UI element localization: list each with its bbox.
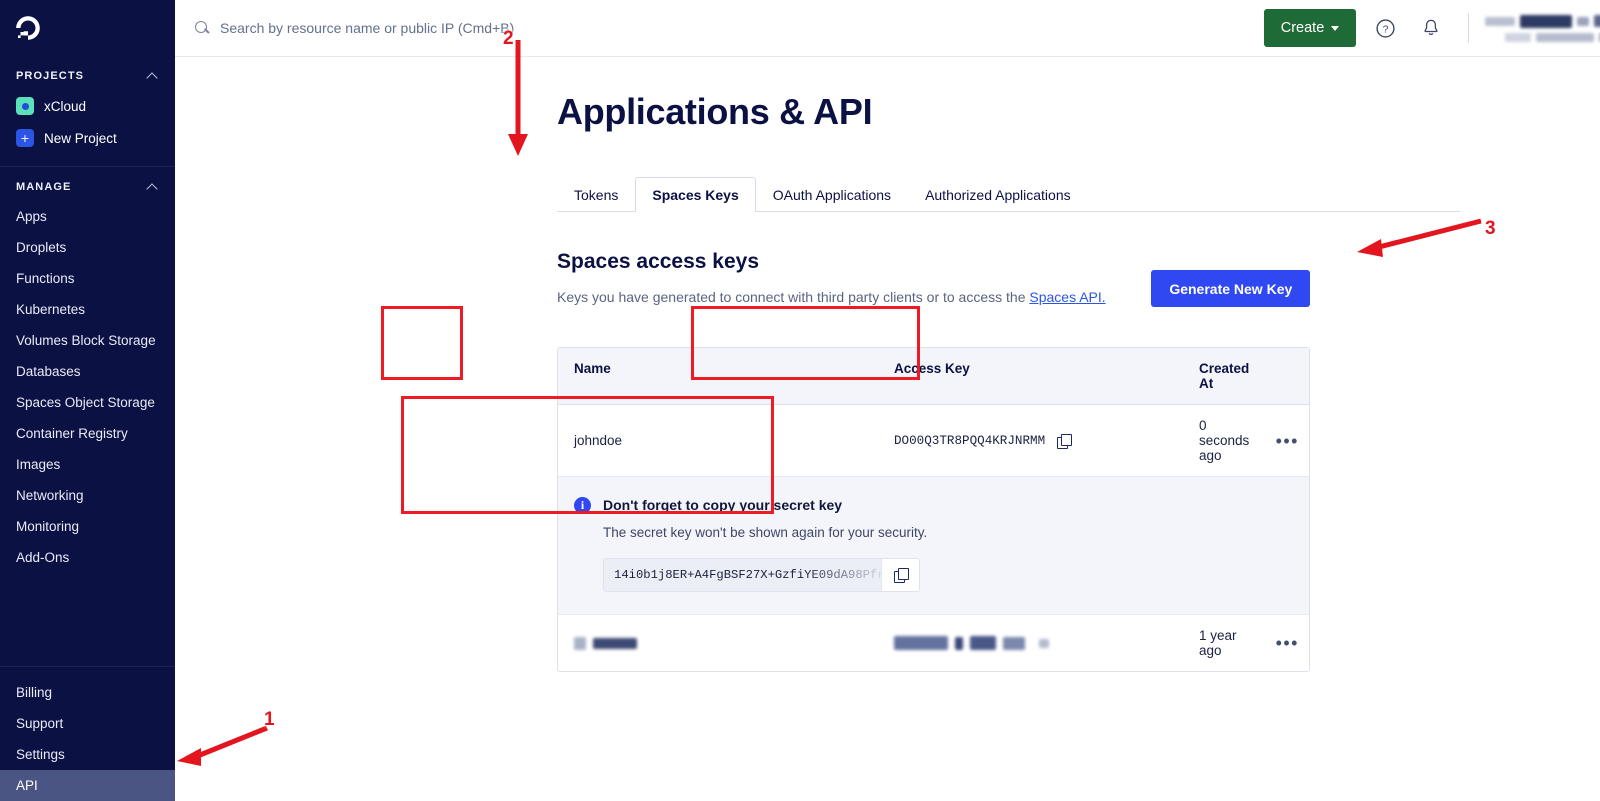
chevron-up-icon: [147, 70, 159, 82]
search-container[interactable]: [195, 20, 1264, 36]
tabs: Tokens Spaces Keys OAuth Applications Au…: [557, 177, 1460, 212]
sidebar-item-images[interactable]: Images: [0, 449, 175, 480]
bell-icon[interactable]: [1414, 11, 1448, 45]
copy-icon: [894, 568, 908, 582]
secret-key-value: 14i0b1j8ER+A4FgBSF27X+GzfiYE09dA98Pfrk: [604, 559, 881, 591]
cell-name-redacted: [558, 624, 878, 663]
sidebar-item-add-ons[interactable]: Add-Ons: [0, 542, 175, 573]
cell-access-key-redacted: [878, 623, 1183, 663]
sidebar-item-xcloud[interactable]: xCloud: [0, 90, 175, 122]
projects-label: PROJECTS: [16, 70, 84, 82]
secret-key-notice-row: i Don't forget to copy your secret key T…: [558, 477, 1309, 615]
sidebar-item-volumes-block-storage[interactable]: Volumes Block Storage: [0, 325, 175, 356]
secret-key-box: 14i0b1j8ER+A4FgBSF27X+GzfiYE09dA98Pfrk: [603, 558, 920, 592]
table-header: Name Access Key Created At: [558, 348, 1309, 405]
sidebar: PROJECTS xCloud + New Project MANAGE App…: [0, 0, 175, 801]
logo-container[interactable]: [0, 0, 175, 56]
table-row: 1 year ago •••: [558, 615, 1309, 671]
sidebar-item-droplets[interactable]: Droplets: [0, 232, 175, 263]
digitalocean-logo: [14, 14, 42, 42]
sidebar-item-api[interactable]: API: [0, 770, 175, 801]
generate-new-key-button[interactable]: Generate New Key: [1151, 270, 1310, 307]
main-area: Create ?: [175, 0, 1600, 801]
sidebar-item-databases[interactable]: Databases: [0, 356, 175, 387]
create-button-label: Create: [1281, 20, 1325, 36]
info-icon: i: [574, 497, 591, 514]
sidebar-item-functions[interactable]: Functions: [0, 263, 175, 294]
sidebar-divider-bottom: [0, 666, 175, 667]
copy-icon[interactable]: [1057, 434, 1071, 448]
tab-tokens[interactable]: Tokens: [557, 177, 635, 211]
access-key-value: DO00Q3TR8PQQ4KRJNRMM: [894, 434, 1045, 448]
section-description-text: Keys you have generated to connect with …: [557, 289, 1029, 305]
sidebar-item-spaces-object-storage[interactable]: Spaces Object Storage: [0, 387, 175, 418]
sidebar-item-billing[interactable]: Billing: [0, 677, 175, 708]
manage-label: MANAGE: [16, 181, 72, 193]
annotation-number-1: 1: [264, 709, 275, 731]
row-actions-menu[interactable]: •••: [1249, 626, 1309, 660]
spaces-api-link[interactable]: Spaces API.: [1029, 289, 1105, 305]
topbar-divider: [1468, 13, 1469, 43]
chevron-up-icon: [147, 181, 159, 193]
cell-name: johndoe: [558, 420, 878, 461]
annotation-number-3: 3: [1485, 218, 1496, 240]
sidebar-bottom-nav: Billing Support Settings API: [0, 666, 175, 801]
tab-oauth-applications[interactable]: OAuth Applications: [756, 177, 908, 211]
sidebar-item-support[interactable]: Support: [0, 708, 175, 739]
svg-text:?: ?: [1382, 23, 1388, 35]
sidebar-item-networking[interactable]: Networking: [0, 480, 175, 511]
annotation-number-2: 2: [503, 28, 514, 50]
search-input[interactable]: [220, 20, 740, 36]
sidebar-item-new-project[interactable]: + New Project: [0, 122, 175, 154]
digitalocean-console: PROJECTS xCloud + New Project MANAGE App…: [0, 0, 1600, 801]
cell-created-at: 1 year ago: [1183, 615, 1249, 671]
spaces-keys-table: Name Access Key Created At johndoe DO00Q…: [557, 347, 1310, 672]
sidebar-item-label: xCloud: [44, 99, 86, 114]
column-header-access-key: Access Key: [878, 348, 1183, 404]
column-header-name: Name: [558, 348, 878, 404]
user-menu[interactable]: [1485, 11, 1600, 45]
spaces-access-keys-section: Spaces access keys Keys you have generat…: [557, 250, 1310, 305]
topbar: Create ?: [175, 0, 1600, 57]
user-name-redacted: [1485, 15, 1600, 42]
notice-subtitle: The secret key won't be shown again for …: [603, 525, 927, 540]
sidebar-item-monitoring[interactable]: Monitoring: [0, 511, 175, 542]
manage-section-header[interactable]: MANAGE: [0, 167, 175, 201]
secret-key-notice: i Don't forget to copy your secret key T…: [574, 497, 1214, 592]
sidebar-item-settings[interactable]: Settings: [0, 739, 175, 770]
tab-authorized-applications[interactable]: Authorized Applications: [908, 177, 1088, 211]
sidebar-item-container-registry[interactable]: Container Registry: [0, 418, 175, 449]
notice-title: Don't forget to copy your secret key: [603, 497, 927, 513]
chevron-down-icon: [1331, 26, 1339, 31]
create-button[interactable]: Create: [1264, 9, 1357, 47]
row-actions-menu[interactable]: •••: [1249, 424, 1309, 458]
page-title: Applications & API: [557, 91, 1600, 133]
copy-secret-key-button[interactable]: [881, 559, 919, 591]
project-icon: [16, 97, 34, 115]
projects-section-header[interactable]: PROJECTS: [0, 56, 175, 90]
tab-spaces-keys[interactable]: Spaces Keys: [635, 177, 755, 212]
column-header-actions: [1249, 348, 1309, 404]
cell-created-at: 0 seconds ago: [1183, 405, 1249, 476]
column-header-created-at: Created At: [1183, 348, 1249, 404]
sidebar-item-apps[interactable]: Apps: [0, 201, 175, 232]
table-row: johndoe DO00Q3TR8PQQ4KRJNRMM 0 seconds a…: [558, 405, 1309, 477]
sidebar-item-label: New Project: [44, 131, 117, 146]
sidebar-item-kubernetes[interactable]: Kubernetes: [0, 294, 175, 325]
plus-icon: +: [16, 129, 34, 147]
content: Applications & API Tokens Spaces Keys OA…: [175, 57, 1600, 672]
cell-access-key: DO00Q3TR8PQQ4KRJNRMM: [878, 421, 1183, 461]
search-icon: [195, 21, 210, 36]
help-circle-icon[interactable]: ?: [1368, 11, 1402, 45]
